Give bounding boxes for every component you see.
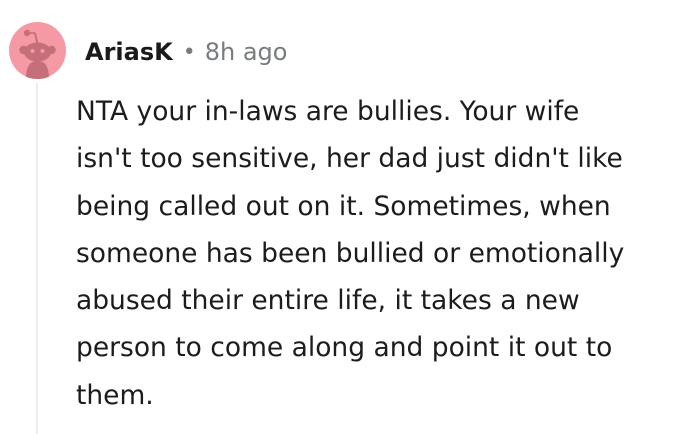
snoo-avatar-icon xyxy=(19,29,56,79)
thread-line[interactable] xyxy=(36,83,38,434)
comment-body-line: NTA your in-laws are bullies. Your wife xyxy=(76,96,580,127)
meta-separator: • xyxy=(182,39,196,65)
avatar[interactable] xyxy=(9,22,66,79)
author-name[interactable]: AriasK xyxy=(85,38,173,66)
comment-body: NTA your in-laws are bullies. Your wife … xyxy=(76,88,700,419)
comment-body-line: being called out on it. Sometimes, when xyxy=(76,190,611,222)
comment-body-line: them. xyxy=(76,379,154,411)
comment-body-line: isn't too sensitive, her dad just didn't… xyxy=(76,143,623,175)
comment-body-line: someone has been bullied or emotionally xyxy=(76,237,625,269)
comment-body-line: abused their entire life, it takes a new xyxy=(76,285,580,317)
timestamp: 8h ago xyxy=(204,38,288,66)
comment: AriasK • 8h ago NTA your in-laws are bul… xyxy=(0,0,700,434)
comment-body-line: person to come along and point it out to xyxy=(76,332,613,364)
comment-meta: AriasK • 8h ago xyxy=(85,34,287,70)
